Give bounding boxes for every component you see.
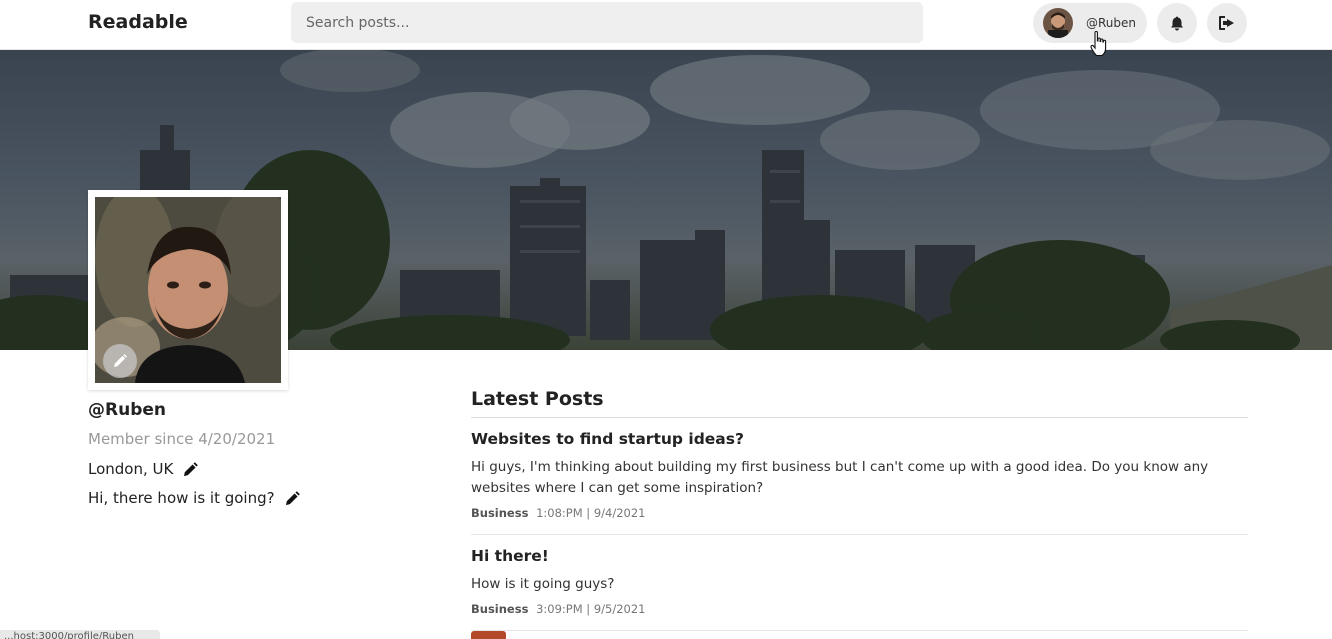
logout-button[interactable] (1207, 3, 1247, 43)
profile-photo-frame (88, 190, 288, 390)
notifications-button[interactable] (1157, 3, 1197, 43)
hand-cursor-icon (1090, 31, 1107, 57)
profile-bio-row: Hi, there how is it going? (88, 489, 300, 507)
post-category[interactable]: Business (471, 602, 528, 616)
brand-logo[interactable]: Readable (88, 11, 188, 33)
profile-location: London, UK (88, 460, 174, 478)
profile-photo (95, 197, 281, 383)
post-category[interactable]: Business (471, 506, 528, 520)
post-timestamp: 3:09:PM | 9/5/2021 (536, 602, 646, 616)
search-input[interactable] (291, 2, 923, 43)
bell-icon (1171, 16, 1183, 30)
section-title: Latest Posts (471, 388, 1248, 418)
pencil-icon (184, 461, 199, 476)
profile-bio: Hi, there how is it going? (88, 489, 275, 507)
post-meta: Business 3:09:PM | 9/5/2021 (471, 602, 1248, 616)
profile-username: @Ruben (88, 400, 166, 420)
avatar (1043, 8, 1073, 38)
next-post-stub (471, 631, 506, 639)
edit-photo-button[interactable] (103, 344, 137, 378)
user-handle: @Ruben (1086, 16, 1137, 30)
post-title[interactable]: Websites to find startup ideas? (471, 430, 1248, 448)
edit-location-button[interactable] (183, 461, 199, 477)
post-body: Hi guys, I'm thinking about building my … (471, 459, 1209, 496)
logout-icon (1219, 16, 1234, 30)
latest-posts-section: Latest Posts Websites to find startup id… (471, 388, 1248, 639)
member-since: Member since 4/20/2021 (88, 430, 276, 448)
post-item[interactable]: Hi there! How is it going guys? Business… (471, 535, 1248, 631)
post-item[interactable]: Websites to find startup ideas? Hi guys,… (471, 418, 1248, 535)
post-title[interactable]: Hi there! (471, 547, 1248, 565)
pencil-icon (114, 354, 127, 367)
pencil-icon (285, 490, 300, 505)
post-timestamp: 1:08:PM | 9/4/2021 (536, 506, 646, 520)
browser-status-bar: ...host:3000/profile/Ruben (0, 630, 160, 639)
profile-location-row: London, UK (88, 460, 199, 478)
post-meta: Business 1:08:PM | 9/4/2021 (471, 506, 1248, 520)
post-body: How is it going guys? (471, 576, 615, 592)
top-navbar: Readable @Ruben (0, 0, 1332, 50)
edit-bio-button[interactable] (285, 490, 300, 506)
